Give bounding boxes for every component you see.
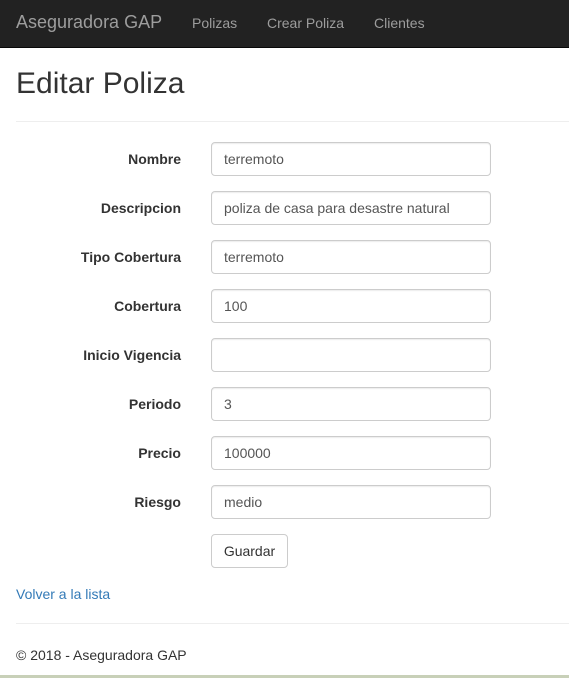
form-row-descripcion: Descripcion bbox=[0, 191, 569, 225]
descripcion-field[interactable] bbox=[211, 191, 491, 225]
cobertura-label: Cobertura bbox=[114, 298, 181, 314]
precio-field[interactable] bbox=[211, 436, 491, 470]
descripcion-label: Descripcion bbox=[100, 200, 181, 216]
footer-copyright: © 2018 - Aseguradora GAP bbox=[16, 647, 187, 663]
tipo-cobertura-field[interactable] bbox=[211, 240, 491, 274]
form-row-periodo: Periodo bbox=[0, 387, 569, 421]
riesgo-field[interactable] bbox=[211, 485, 491, 519]
cobertura-field[interactable] bbox=[211, 289, 491, 323]
page-title: Editar Poliza bbox=[16, 67, 185, 100]
brand-link[interactable]: Aseguradora GAP bbox=[16, 11, 162, 33]
nombre-field[interactable] bbox=[211, 142, 491, 176]
form-row-precio: Precio bbox=[0, 436, 569, 470]
nav-link-crear-poliza[interactable]: Crear Poliza bbox=[267, 13, 344, 33]
form-row-riesgo: Riesgo bbox=[0, 485, 569, 519]
inicio-vigencia-field[interactable] bbox=[211, 338, 491, 372]
nombre-label: Nombre bbox=[128, 151, 181, 167]
navbar: Aseguradora GAP Polizas Crear Poliza Cli… bbox=[0, 0, 569, 48]
periodo-label: Periodo bbox=[128, 396, 181, 412]
save-button[interactable]: Guardar bbox=[211, 534, 288, 568]
footer-divider bbox=[16, 623, 569, 624]
nav-link-polizas[interactable]: Polizas bbox=[192, 13, 237, 33]
tipo-cobertura-label: Tipo Cobertura bbox=[80, 249, 181, 265]
form-row-inicio-vigencia: Inicio Vigencia bbox=[0, 338, 569, 372]
form-row-tipo-cobertura: Tipo Cobertura bbox=[0, 240, 569, 274]
form-row-nombre: Nombre bbox=[0, 142, 569, 176]
form-row-cobertura: Cobertura bbox=[0, 289, 569, 323]
back-to-list-link[interactable]: Volver a la lista bbox=[16, 584, 110, 604]
title-divider bbox=[16, 121, 569, 122]
riesgo-label: Riesgo bbox=[134, 494, 181, 510]
periodo-field[interactable] bbox=[211, 387, 491, 421]
precio-label: Precio bbox=[138, 445, 181, 461]
nav-link-clientes[interactable]: Clientes bbox=[374, 13, 425, 33]
inicio-vigencia-label: Inicio Vigencia bbox=[83, 347, 181, 363]
